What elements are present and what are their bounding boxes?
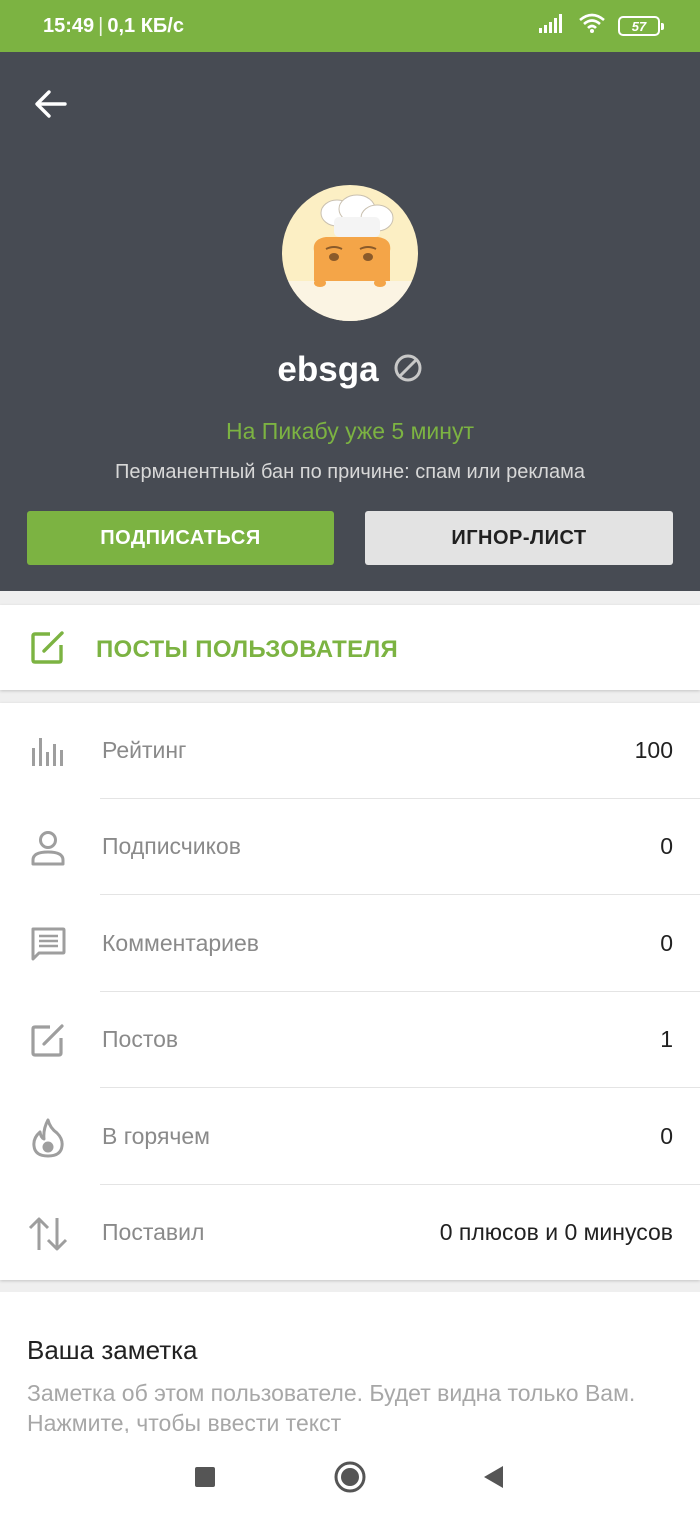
circle-icon <box>334 1461 366 1493</box>
avatar <box>282 185 418 321</box>
comment-icon <box>27 924 69 966</box>
profile-header: ebsga На Пикабу уже 5 минут Перманентный… <box>0 52 700 591</box>
stat-label: Поставил <box>102 1219 205 1245</box>
stat-value: 0 <box>660 1123 673 1149</box>
stat-row-rating[interactable]: Рейтинг 100 <box>0 703 700 799</box>
status-time: 15:49 <box>43 14 95 37</box>
note-input[interactable]: Заметка об этом пользователе. Будет видн… <box>27 1378 677 1438</box>
status-bar: 15:49 | 0,1 КБ/с 57 <box>0 0 700 52</box>
stat-value: 0 <box>660 930 673 956</box>
arrow-left-icon <box>35 90 67 118</box>
member-since: На Пикабу уже 5 минут <box>226 418 474 444</box>
divider <box>100 1087 700 1088</box>
username: ebsga <box>277 350 379 389</box>
ban-reason: Перманентный бан по причине: спам или ре… <box>115 461 585 483</box>
user-posts-label: ПОСТЫ ПОЛЬЗОВАТЕЛЯ <box>96 636 399 663</box>
stat-value: 100 <box>634 737 673 763</box>
back-button[interactable] <box>26 84 74 124</box>
stat-label: Подписчиков <box>102 833 241 859</box>
ban-icon <box>393 353 423 388</box>
square-icon <box>195 1467 215 1487</box>
back-nav-button[interactable] <box>471 1455 515 1499</box>
stat-label: Рейтинг <box>102 737 187 763</box>
stat-label: Комментариев <box>102 930 260 956</box>
recent-apps-button[interactable] <box>183 1455 227 1499</box>
wifi-icon <box>578 12 606 40</box>
divider <box>100 894 700 895</box>
username-row: ebsga <box>0 350 700 390</box>
status-left: 15:49 | 0,1 КБ/с <box>43 15 184 38</box>
network-speed: 0,1 КБ/с <box>107 14 184 37</box>
stat-value: 0 плюсов и 0 минусов <box>439 1219 673 1245</box>
stat-label: В горячем <box>102 1123 210 1149</box>
status-right: 57 <box>538 12 664 40</box>
note-card: Ваша заметка Заметка об этом пользовател… <box>0 1292 700 1442</box>
edit-icon <box>30 631 66 670</box>
stat-value: 0 <box>660 833 673 859</box>
ignore-list-button[interactable]: ИГНОР-ЛИСТ <box>365 511 673 565</box>
home-button[interactable] <box>328 1455 372 1499</box>
note-title: Ваша заметка <box>27 1335 198 1365</box>
fire-icon <box>27 1117 69 1159</box>
stats-card: Рейтинг 100 Подписчиков 0 Комментариев 0 <box>0 703 700 1280</box>
stat-row-posts[interactable]: Постов 1 <box>0 992 700 1088</box>
stat-row-hot[interactable]: В горячем 0 <box>0 1089 700 1185</box>
stat-row-subscribers[interactable]: Подписчиков 0 <box>0 799 700 895</box>
stat-label: Постов <box>102 1026 179 1052</box>
stat-row-votes[interactable]: Поставил 0 плюсов и 0 минусов <box>0 1185 700 1281</box>
status-separator: | <box>98 14 104 37</box>
system-nav-bar <box>0 1433 700 1517</box>
battery-icon: 57 <box>618 16 664 36</box>
signal-icon <box>538 13 566 39</box>
edit-icon <box>27 1020 69 1062</box>
person-icon <box>27 827 69 869</box>
stat-value: 1 <box>660 1026 673 1052</box>
rating-icon <box>27 731 69 773</box>
stat-row-comments[interactable]: Комментариев 0 <box>0 896 700 992</box>
triangle-back-icon <box>484 1466 503 1488</box>
user-posts-link[interactable]: ПОСТЫ ПОЛЬЗОВАТЕЛЯ <box>0 605 700 690</box>
battery-level: 57 <box>631 18 647 34</box>
sort-arrows-icon <box>27 1213 69 1255</box>
subscribe-button[interactable]: ПОДПИСАТЬСЯ <box>27 511 334 565</box>
